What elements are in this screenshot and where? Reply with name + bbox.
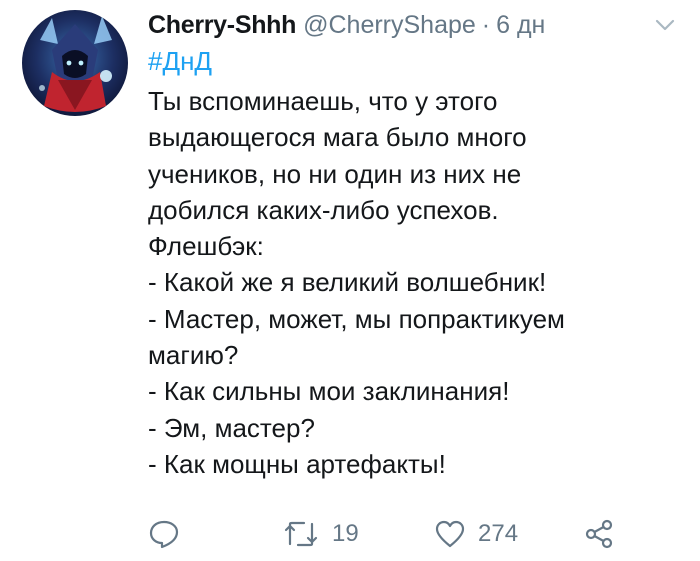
separator: · [481, 11, 491, 39]
author-name[interactable]: Cherry-Shhh [148, 10, 296, 40]
hashtag-link[interactable]: #ДнД [148, 44, 212, 78]
author-handle[interactable]: @CherryShape [303, 10, 476, 40]
reply-button[interactable] [148, 514, 180, 554]
tweet-text: Ты вспоминаешь, что у этого выдающегося … [148, 83, 688, 482]
like-count: 274 [478, 520, 519, 547]
timestamp[interactable]: 6 дн [496, 10, 545, 40]
tweet-text-line: выдающегося мага было много [148, 122, 527, 153]
tweet-text-line: - Как мощны артефакты! [148, 448, 446, 479]
tweet-text-line: добился каких-либо успехов. [148, 194, 499, 225]
tweet: Cherry-Shhh @CherryShape · 6 дн #ДнД Ты … [0, 0, 700, 561]
tweet-text-line: Ты вспоминаешь, что у этого [148, 86, 498, 116]
retweet-button[interactable]: 19 [282, 514, 359, 554]
tweet-text-line: - Как сильны мои заклинания! [148, 376, 510, 407]
retweet-icon [282, 520, 320, 548]
tweet-header: Cherry-Shhh @CherryShape · 6 дн [148, 10, 545, 40]
tweet-text-line: - Мастер, может, мы попрактикуем [148, 303, 565, 334]
tweet-text-line: учеников, но ни один из них не [148, 158, 522, 189]
tweet-text-line: - Какой же я великий волшебник! [148, 267, 547, 298]
chevron-down-icon[interactable] [654, 18, 676, 32]
tweet-text-line: Флешбэк: [148, 231, 264, 262]
like-button[interactable]: 274 [434, 514, 518, 554]
reply-icon [148, 519, 180, 549]
share-button[interactable] [584, 514, 614, 554]
tweet-text-line: - Эм, мастер? [148, 412, 315, 443]
tweet-text-line: магию? [148, 340, 239, 371]
retweet-count: 19 [332, 520, 359, 547]
action-bar: 19 274 [148, 514, 618, 554]
heart-icon [434, 519, 466, 549]
share-icon [584, 519, 614, 549]
avatar[interactable] [22, 10, 128, 116]
